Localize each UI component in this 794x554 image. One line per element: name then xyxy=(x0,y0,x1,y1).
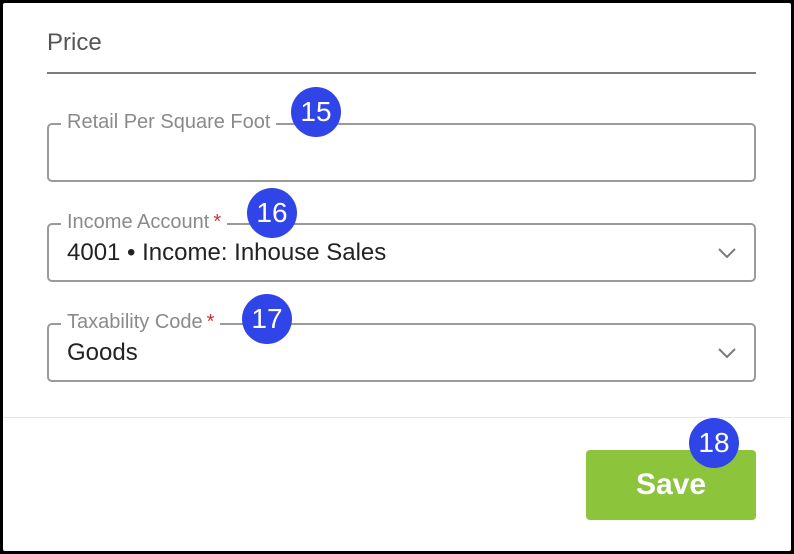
required-marker: * xyxy=(213,211,222,233)
footer-divider xyxy=(3,417,791,418)
section-divider xyxy=(47,72,756,74)
step-badge-18: 18 xyxy=(689,418,739,468)
required-marker: * xyxy=(206,311,215,333)
income-account-select[interactable]: Income Account * 4001 • Income: Inhouse S… xyxy=(47,208,756,282)
taxability-code-select[interactable]: Taxability Code * Goods xyxy=(47,308,756,382)
form-panel: Price Retail Per Square Foot 15 Income A… xyxy=(3,3,791,551)
income-account-value: 4001 • Income: Inhouse Sales xyxy=(67,239,387,266)
step-badge-16: 16 xyxy=(247,188,297,238)
section-title: Price xyxy=(47,29,102,56)
chevron-down-icon[interactable] xyxy=(716,342,738,364)
step-badge-15: 15 xyxy=(291,87,341,137)
retail-per-square-foot-input[interactable] xyxy=(49,125,754,180)
taxability-code-label: Taxability Code * xyxy=(61,308,221,336)
chevron-down-icon[interactable] xyxy=(716,242,738,264)
income-account-label: Income Account * xyxy=(61,208,228,236)
retail-per-square-foot-field[interactable]: Retail Per Square Foot xyxy=(47,108,756,182)
step-badge-17: 17 xyxy=(242,294,292,344)
taxability-code-value: Goods xyxy=(67,339,138,366)
